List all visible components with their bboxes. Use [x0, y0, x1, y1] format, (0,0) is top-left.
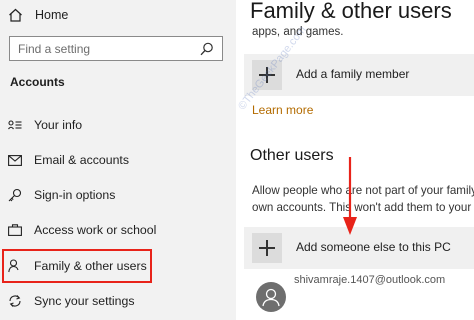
- description-line: own accounts. This won't add them to you…: [252, 201, 472, 214]
- add-someone-else-label: Add someone else to this PC: [296, 240, 451, 254]
- user-account-item[interactable]: shivamraje.1407@outlook.com: [244, 274, 474, 320]
- home-label: Home: [35, 8, 69, 22]
- accounts-section-title: Accounts: [10, 75, 65, 89]
- sidebar-item-family-other-users[interactable]: Family & other users: [8, 256, 147, 276]
- page-title: Family & other users: [250, 0, 452, 23]
- briefcase-icon: [8, 224, 22, 236]
- sidebar-item-email-accounts[interactable]: Email & accounts: [8, 150, 129, 170]
- sidebar-item-label: Your info: [34, 118, 83, 132]
- annotation-arrow: [343, 157, 357, 235]
- sidebar-item-label: Access work or school: [34, 223, 157, 237]
- person-icon: [8, 259, 19, 273]
- mail-icon: [8, 154, 22, 166]
- sidebar-item-sign-in-options[interactable]: Sign-in options: [8, 185, 115, 205]
- search-icon[interactable]: [200, 42, 214, 56]
- sidebar-item-label: Email & accounts: [34, 153, 130, 167]
- sidebar-item-label: Family & other users: [34, 259, 147, 273]
- learn-more-link[interactable]: Learn more: [252, 103, 313, 117]
- home-icon: [9, 8, 22, 22]
- sidebar-item-access-work-school[interactable]: Access work or school: [8, 220, 156, 240]
- sidebar-item-label: Sign-in options: [34, 188, 116, 202]
- sidebar-item-sync-settings[interactable]: Sync your settings: [8, 291, 134, 311]
- settings-sidebar: Home Find a setting Accounts Your info E…: [0, 0, 236, 320]
- home-nav-item[interactable]: Home: [8, 6, 68, 24]
- sidebar-item-your-info[interactable]: Your info: [8, 115, 82, 135]
- other-users-description: Allow people who are not part of your fa…: [252, 182, 474, 216]
- sync-icon: [9, 295, 21, 307]
- your-info-icon: [8, 120, 22, 130]
- key-icon: [8, 188, 22, 202]
- search-placeholder: Find a setting: [18, 42, 91, 56]
- avatar: [256, 282, 286, 312]
- description-line: Allow people who are not part of your fa…: [252, 184, 474, 197]
- user-email: shivamraje.1407@outlook.com: [294, 274, 446, 286]
- search-input[interactable]: Find a setting: [9, 36, 223, 61]
- other-users-heading: Other users: [250, 147, 334, 164]
- sidebar-item-label: Sync your settings: [34, 294, 135, 308]
- add-family-member-label: Add a family member: [296, 67, 410, 81]
- plus-icon: [252, 233, 282, 263]
- user-silhouette-icon: [262, 288, 280, 307]
